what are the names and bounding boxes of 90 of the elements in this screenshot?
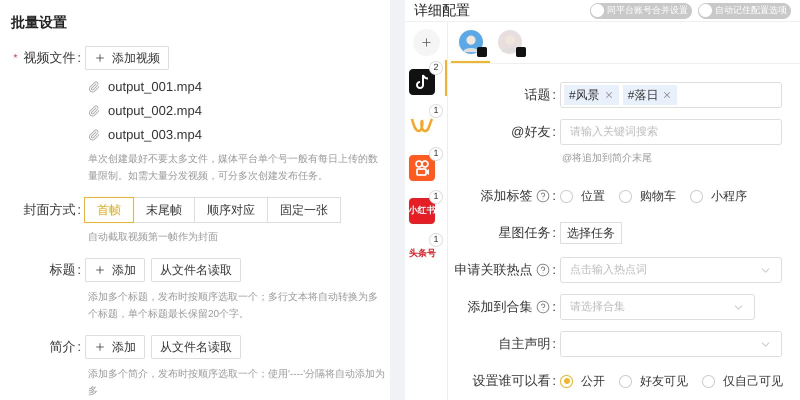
count-badge: 1: [429, 104, 443, 118]
add-button[interactable]: 添加: [85, 258, 145, 282]
field-label: 自主声明: [498, 335, 550, 354]
plus-icon: [420, 36, 432, 49]
radio-label: 公开: [581, 373, 605, 390]
hint-text: 自动截取视频第一帧作为封面: [88, 230, 219, 245]
app-logo-tile[interactable]: 小红书: [409, 198, 435, 224]
platform-tab[interactable]: 1: [405, 146, 447, 182]
cover-option[interactable]: 固定一张: [267, 197, 341, 223]
label-colon: :: [552, 224, 556, 242]
file-name[interactable]: output_001.mp4: [108, 77, 202, 97]
plus-icon: [94, 264, 106, 276]
count-badge: 1: [429, 147, 443, 161]
cover-option[interactable]: 末尾帧: [133, 197, 195, 223]
cover-option[interactable]: 顺序对应: [194, 197, 268, 223]
hint-text: @将追加到简介末尾: [562, 152, 654, 166]
plus-icon: [94, 52, 106, 64]
required-mark: *: [13, 52, 18, 66]
paperclip-icon: [88, 129, 100, 141]
label-colon: :: [552, 86, 556, 104]
field-label: 话题: [524, 86, 550, 104]
plus-icon: [94, 341, 106, 353]
radio-label: 购物车: [640, 188, 676, 205]
field-label: 申请关联热点: [454, 261, 532, 280]
platform-tab[interactable]: 头条号 1: [405, 232, 447, 268]
friend-search-field[interactable]: 请输入关键词搜索: [560, 119, 782, 145]
radio-label: 仅自己可见: [723, 373, 783, 390]
close-icon[interactable]: [662, 90, 672, 100]
camera-logo-icon[interactable]: [409, 155, 435, 181]
label-colon: :: [552, 372, 556, 390]
topic-tag: #落日: [622, 85, 678, 105]
field-label: 添加到合集: [467, 298, 532, 316]
radio-label: 好友可见: [640, 373, 688, 390]
label-colon: :: [77, 338, 81, 356]
paperclip-icon: [88, 81, 100, 93]
topic-field[interactable]: #风景 #落日: [560, 82, 782, 108]
label-colon: :: [552, 298, 556, 316]
topic-tag: #风景: [564, 85, 619, 105]
label-colon: :: [552, 335, 556, 354]
help-icon[interactable]: [536, 300, 550, 314]
label-colon: :: [77, 49, 81, 68]
label-colon: :: [552, 261, 556, 280]
avatar-icon: [498, 30, 522, 54]
field-label: 视频文件: [23, 49, 76, 68]
field-label: @好友: [511, 123, 550, 142]
field-label: 星图任务: [498, 224, 550, 242]
platform-tab[interactable]: 小红书 1: [405, 189, 447, 225]
help-icon[interactable]: [536, 189, 550, 203]
platform-tab[interactable]: 1: [405, 103, 447, 139]
count-badge: 1: [429, 190, 443, 204]
count-badge: 1: [429, 233, 443, 247]
radio-button[interactable]: [690, 190, 703, 202]
read-filename-button[interactable]: 从文件名读取: [151, 258, 241, 282]
paperclip-icon: [88, 105, 100, 117]
field-label: 设置谁可以看: [472, 372, 550, 390]
close-icon[interactable]: [604, 90, 614, 100]
field-label: 添加标签: [480, 187, 532, 206]
select-field[interactable]: [560, 331, 782, 357]
panel-title: 批量设置: [10, 13, 68, 32]
radio-button[interactable]: [619, 374, 632, 388]
radio-label: 位置: [581, 188, 605, 205]
logo-text[interactable]: 头条号: [409, 247, 436, 261]
select-task-button[interactable]: 选择任务: [560, 222, 622, 244]
label-colon: :: [552, 123, 556, 142]
label-colon: :: [77, 201, 81, 220]
radio-label: 小程序: [711, 188, 747, 205]
radio-button[interactable]: [619, 190, 632, 202]
label-colon: :: [552, 187, 556, 206]
platform-tab[interactable]: 2: [405, 60, 447, 96]
radio-button[interactable]: [560, 374, 573, 388]
read-filename-button[interactable]: 从文件名读取: [151, 335, 241, 359]
count-badge: 2: [429, 61, 443, 75]
field-label: 标题: [49, 261, 76, 280]
hint-text: 添加多个标题，发布时按顺序选取一个；多行文本将自动转换为多个标题，单个标题最长保留20个字。: [88, 290, 379, 322]
field-label: 简介: [49, 338, 76, 356]
music-note-logo-icon[interactable]: [409, 69, 435, 95]
field-label: 封面方式: [23, 201, 76, 220]
file-name[interactable]: output_002.mp4: [108, 101, 202, 121]
label-colon: :: [77, 261, 81, 280]
hint-text: 添加多个简介，发布时按顺序选取一个；使用'----'分隔将自动添加为多: [88, 368, 386, 399]
file-name[interactable]: output_003.mp4: [108, 125, 202, 145]
add-account-button[interactable]: [412, 29, 440, 56]
radio-button[interactable]: [702, 374, 715, 388]
add-button[interactable]: 添加: [85, 335, 145, 359]
avatar-icon: [458, 30, 482, 54]
help-icon[interactable]: [536, 263, 550, 277]
add-video-button[interactable]: 添加视频: [85, 46, 169, 70]
panel-title: 详细配置: [414, 1, 471, 20]
radio-button[interactable]: [560, 190, 573, 202]
hint-text: 单次创建最好不要太多文件，媒体平台单个号一般有每日上传的数量限制。如需大量分发视频，可分多次创建发布任务。: [88, 152, 379, 184]
